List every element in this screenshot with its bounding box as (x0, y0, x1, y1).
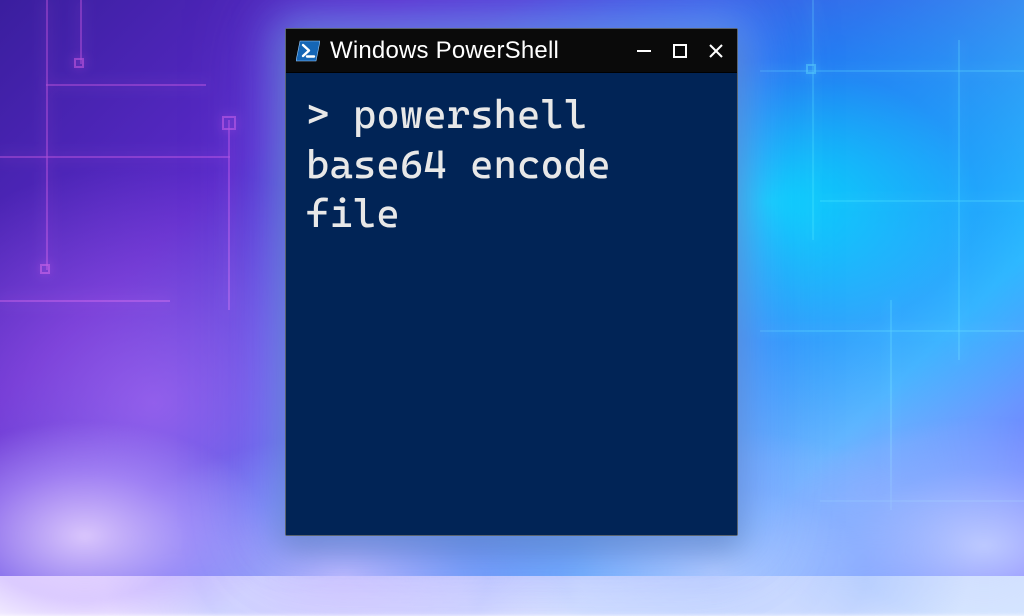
command-text: powershell base64 encode file (306, 92, 634, 237)
window-title: Windows PowerShell (330, 37, 559, 65)
close-button[interactable] (705, 40, 727, 62)
maximize-button[interactable] (669, 40, 691, 62)
minimize-button[interactable] (633, 40, 655, 62)
powershell-icon (296, 39, 320, 63)
powershell-window: Windows PowerShell > powershell base64 (285, 28, 738, 536)
prompt-symbol: > (306, 92, 329, 138)
close-icon (707, 42, 725, 60)
titlebar[interactable]: Windows PowerShell (286, 29, 737, 73)
command-line: > powershell base64 encode file (306, 91, 717, 240)
window-controls (633, 40, 727, 62)
maximize-icon (671, 42, 689, 60)
terminal-body[interactable]: > powershell base64 encode file (286, 73, 737, 535)
minimize-icon (635, 42, 653, 60)
